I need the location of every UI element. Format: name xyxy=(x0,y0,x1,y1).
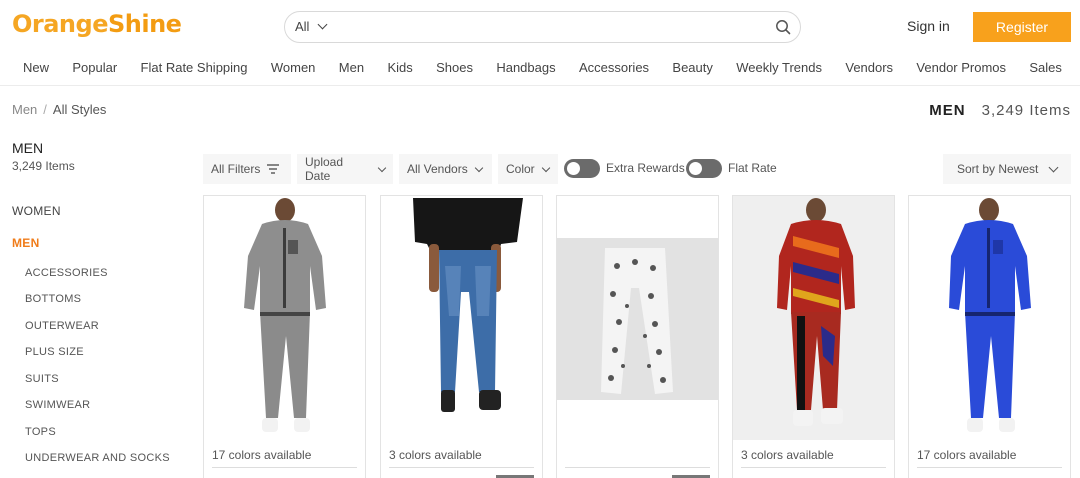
product-image-blue-tracksuit[interactable] xyxy=(909,196,1070,440)
nav-item-shoes[interactable]: Shoes xyxy=(436,54,473,85)
site-header: OrangeShine All Sign in Register xyxy=(0,0,1080,54)
logo-part-2: Shine xyxy=(107,10,182,38)
chevron-down-icon xyxy=(377,163,387,172)
chevron-down-icon xyxy=(318,19,328,30)
product-colors-available: 17 colors available xyxy=(917,448,1017,462)
sort-dropdown[interactable]: Sort by Newest xyxy=(943,154,1071,184)
page-heading: MEN 3,249 Items xyxy=(929,102,1071,119)
nav-item-kids[interactable]: Kids xyxy=(387,54,412,85)
sidebar-title: MEN xyxy=(12,140,44,156)
breadcrumb: Men / All Styles xyxy=(12,102,106,117)
product-image-multicolor-tracksuit[interactable] xyxy=(733,196,894,440)
sidebar-item-accessories[interactable]: ACCESSORIES xyxy=(25,267,108,279)
product-image-printed-pants[interactable] xyxy=(557,196,718,440)
product-card[interactable]: 17 colors available xyxy=(908,195,1071,478)
nav-item-women[interactable]: Women xyxy=(271,54,316,85)
nav-item-sales[interactable]: Sales xyxy=(1029,54,1062,85)
nav-item-vendors[interactable]: Vendors xyxy=(845,54,893,85)
all-vendors-dropdown[interactable]: All Vendors xyxy=(399,154,492,184)
product-image-grey-tracksuit[interactable] xyxy=(204,196,365,440)
breadcrumb-current: All Styles xyxy=(52,102,107,117)
toggle-knob xyxy=(689,162,702,175)
color-label: Color xyxy=(506,162,535,176)
card-divider xyxy=(917,467,1062,468)
nav-item-handbags[interactable]: Handbags xyxy=(496,54,555,85)
chevron-down-icon xyxy=(541,163,550,172)
nav-item-accessories[interactable]: Accessories xyxy=(579,54,649,85)
search-icon[interactable] xyxy=(775,19,791,35)
breadcrumb-separator: / xyxy=(43,102,47,117)
card-divider xyxy=(741,467,886,468)
sidebar-item-suits[interactable]: SUITS xyxy=(25,373,59,385)
sort-label: Sort by Newest xyxy=(957,162,1039,176)
item-count: 3,249 Items xyxy=(981,102,1071,119)
search-scope-label: All xyxy=(295,19,310,34)
nav-item-weekly-trends[interactable]: Weekly Trends xyxy=(736,54,822,85)
chevron-down-icon xyxy=(1048,162,1059,173)
sidebar-item-outerwear[interactable]: OUTERWEAR xyxy=(25,320,99,332)
product-colors-available: 17 colors available xyxy=(212,448,312,462)
nav-item-vendor-promos[interactable]: Vendor Promos xyxy=(916,54,1006,85)
sidebar-category-men[interactable]: MEN xyxy=(12,236,40,250)
orangeshine-logo[interactable]: OrangeShine xyxy=(12,10,182,38)
product-image-blue-jeans[interactable] xyxy=(381,196,542,440)
toggle-knob xyxy=(567,162,580,175)
color-dropdown[interactable]: Color xyxy=(498,154,558,184)
breadcrumb-men[interactable]: Men xyxy=(12,102,37,117)
product-colors-available: 3 colors available xyxy=(741,448,834,462)
product-card[interactable]: 3 colors available xyxy=(732,195,895,478)
flat-rate-label: Flat Rate xyxy=(728,161,777,175)
search-scope-select[interactable]: All xyxy=(295,19,328,34)
sidebar-item-tops[interactable]: TOPS xyxy=(25,426,56,438)
upload-date-dropdown[interactable]: Upload Date xyxy=(297,154,393,184)
sign-in-link[interactable]: Sign in xyxy=(907,18,950,34)
product-colors-available: 3 colors available xyxy=(389,448,482,462)
nav-item-popular[interactable]: Popular xyxy=(72,54,117,85)
all-filters-label: All Filters xyxy=(211,162,261,176)
sidebar-item-underwear-and-socks[interactable]: UNDERWEAR AND SOCKS xyxy=(25,452,170,464)
product-card[interactable] xyxy=(556,195,719,478)
flat-rate-toggle[interactable] xyxy=(686,159,722,178)
chevron-down-icon xyxy=(474,163,483,172)
card-divider xyxy=(212,467,357,468)
nav-item-new[interactable]: New xyxy=(23,54,49,85)
all-vendors-label: All Vendors xyxy=(407,162,468,176)
sidebar-item-count: 3,249 Items xyxy=(12,159,75,173)
search-bar[interactable]: All xyxy=(284,11,801,43)
all-filters-button[interactable]: All Filters xyxy=(203,154,291,184)
card-divider xyxy=(565,467,710,468)
nav-item-beauty[interactable]: Beauty xyxy=(672,54,712,85)
sidebar-item-swimwear[interactable]: SWIMWEAR xyxy=(25,399,90,411)
nav-item-flat-rate-shipping[interactable]: Flat Rate Shipping xyxy=(141,54,248,85)
main-nav: New Popular Flat Rate Shipping Women Men… xyxy=(0,54,1080,86)
nav-item-men[interactable]: Men xyxy=(339,54,364,85)
register-button[interactable]: Register xyxy=(973,12,1071,42)
page-title: MEN xyxy=(929,102,966,119)
extra-rewards-label: Extra Rewards xyxy=(606,161,685,175)
logo-part-1: Orange xyxy=(12,10,108,38)
sidebar-item-bottoms[interactable]: BOTTOMS xyxy=(25,293,81,305)
sidebar-category-women[interactable]: WOMEN xyxy=(12,204,61,218)
card-divider xyxy=(389,467,534,468)
extra-rewards-toggle[interactable] xyxy=(564,159,600,178)
product-card[interactable]: 17 colors available xyxy=(203,195,366,478)
sidebar-item-plus-size[interactable]: PLUS SIZE xyxy=(25,346,84,358)
filter-lines-icon xyxy=(267,164,280,174)
upload-date-label: Upload Date xyxy=(305,155,344,183)
product-card[interactable]: 3 colors available xyxy=(380,195,543,478)
